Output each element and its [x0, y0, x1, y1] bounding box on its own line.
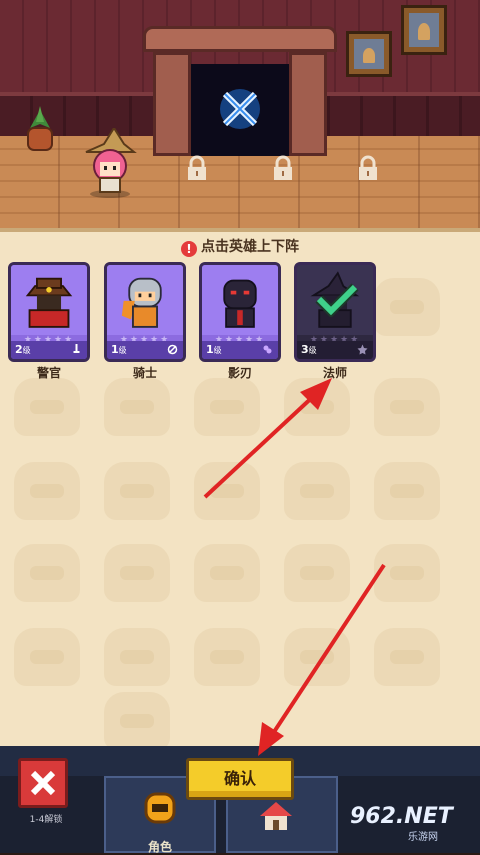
empty-slot	[284, 544, 350, 602]
hint-text: ! 点击英雄上下阵	[0, 236, 480, 260]
empty-slot	[104, 544, 170, 602]
police-portrait	[11, 265, 87, 335]
star-icon	[357, 344, 368, 355]
watermark-subtext: 乐游网	[408, 832, 438, 843]
bottom-bar: 角色 1-4解锁 确认 962.NET 乐游网	[0, 746, 480, 854]
shield-icon	[167, 344, 178, 355]
character-nav-icon	[144, 792, 176, 824]
unlock-label: 1-4解锁	[29, 815, 63, 825]
hero-name: 影刃	[227, 366, 252, 380]
empty-slot	[14, 378, 80, 436]
watermark-logo: 962.NET	[350, 804, 453, 829]
sword-icon	[73, 344, 80, 353]
empty-slot	[104, 628, 170, 686]
empty-slot	[284, 462, 350, 520]
hero-card-police[interactable]: ★★★★★ 2级	[8, 262, 90, 362]
empty-slot	[104, 692, 170, 746]
empty-slot	[284, 628, 350, 686]
empty-slot	[374, 378, 440, 436]
empty-slot	[104, 378, 170, 436]
hero-name: 警官	[36, 366, 61, 380]
empty-slot	[194, 378, 260, 436]
shadow-icon	[263, 345, 272, 354]
hero-card-shadowblade[interactable]: ★★★★★ 1级	[199, 262, 281, 362]
hero-name: 骑士	[132, 366, 157, 380]
hero-card-mage[interactable]: ★★★★★ 3级	[294, 262, 376, 362]
portrait-frame	[346, 31, 392, 77]
exclamation-icon: !	[181, 241, 197, 257]
hero-card-knight[interactable]: ★★★★★ 1级	[104, 262, 186, 362]
empty-slot	[194, 628, 260, 686]
lock-icon	[359, 155, 377, 180]
empty-slot	[374, 278, 440, 336]
wizard-character[interactable]	[78, 128, 142, 198]
knight-portrait	[107, 265, 183, 335]
potted-plant	[27, 106, 53, 151]
hero-name: 法师	[322, 366, 347, 380]
hero-level: 1级	[206, 343, 222, 356]
crossed-swords-icon	[220, 89, 260, 129]
shadowblade-portrait	[202, 265, 278, 335]
empty-slot	[284, 378, 350, 436]
hero-selection-panel: ! 点击英雄上下阵 ★★★★★ 2级 警官 ★★★★★ 1级 骑士 ★★★★★ …	[0, 228, 480, 746]
empty-slot	[374, 628, 440, 686]
empty-slot	[14, 544, 80, 602]
close-x-icon	[30, 770, 56, 796]
empty-slot	[374, 462, 440, 520]
empty-slot	[194, 544, 260, 602]
lock-icon	[274, 155, 292, 180]
hero-level: 2级	[15, 343, 31, 356]
empty-slot	[14, 462, 80, 520]
empty-slot	[194, 462, 260, 520]
empty-slot	[104, 462, 170, 520]
lock-icon	[188, 155, 206, 180]
empty-slot	[374, 544, 440, 602]
home-icon	[260, 802, 292, 830]
close-button[interactable]	[18, 758, 68, 808]
portrait-frame	[401, 5, 447, 55]
hero-level: 3级	[301, 343, 317, 356]
portal-fireplace[interactable]	[143, 26, 337, 156]
confirm-button[interactable]: 确认	[186, 758, 294, 800]
empty-slot	[14, 628, 80, 686]
nav-label: 角色	[147, 840, 172, 854]
hero-level: 1级	[111, 343, 127, 356]
game-scene	[0, 0, 480, 228]
checkmark-icon	[315, 283, 359, 317]
